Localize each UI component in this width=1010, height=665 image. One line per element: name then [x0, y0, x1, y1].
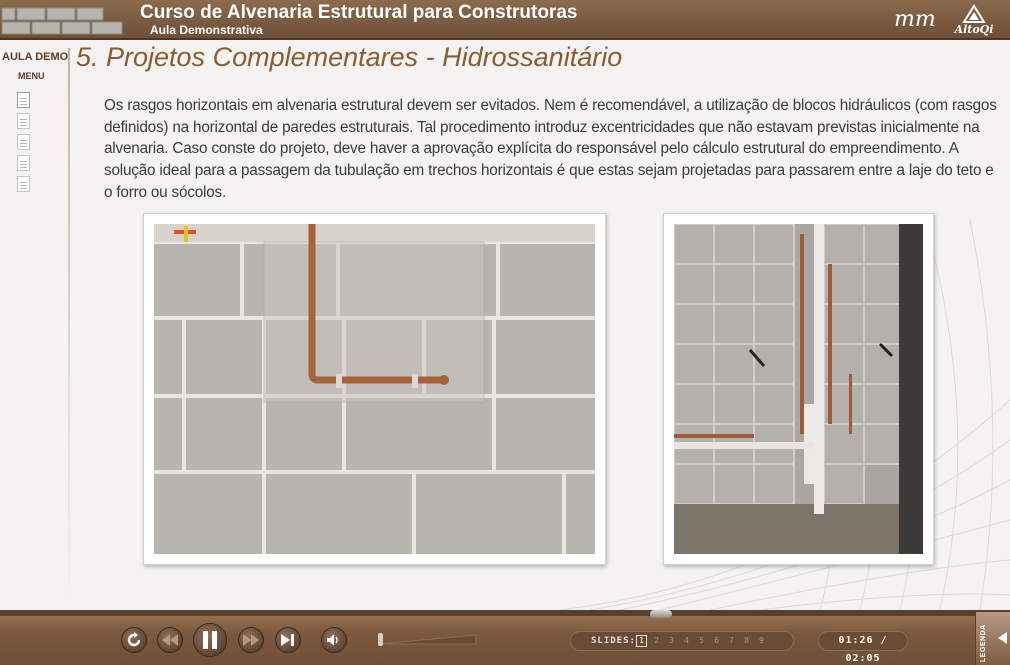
document-icon[interactable] [17, 92, 30, 108]
pause-button[interactable] [193, 623, 227, 657]
skip-next-icon [281, 634, 294, 646]
slide-number[interactable]: 3 [666, 635, 677, 647]
mm-logo: mm [894, 7, 936, 32]
next-button[interactable] [275, 627, 301, 653]
altoqi-logo: AltoQi [950, 4, 998, 36]
pause-icon [203, 631, 217, 649]
slide-number[interactable]: 6 [711, 635, 722, 647]
slide-number[interactable]: 8 [741, 635, 752, 647]
volume-slider[interactable] [378, 631, 478, 647]
slides-indicator: SLIDES: 1 2 3 4 5 6 7 8 9 [570, 631, 794, 651]
progress-track[interactable] [0, 612, 1010, 616]
altoqi-emblem-icon [962, 4, 986, 23]
slide-number[interactable]: 7 [726, 635, 737, 647]
course-subtitle: Aula Demonstrativa [150, 23, 263, 37]
slide-number[interactable]: 4 [681, 635, 692, 647]
rewind-icon [162, 634, 178, 646]
document-icon[interactable] [17, 176, 30, 192]
page-title: 5. Projetos Complementares - Hidrossanit… [76, 42, 623, 72]
header-bar: Curso de Alvenaria Estrutural para Const… [0, 0, 1010, 40]
document-icon[interactable] [17, 113, 30, 129]
sidebar: AULA DEMO MENU [0, 40, 70, 610]
plumbing-installation-photo [674, 224, 923, 554]
masonry-wall-pipe-photo [154, 224, 595, 554]
arrow-left-icon [998, 632, 1007, 644]
fast-forward-button[interactable] [238, 627, 264, 653]
replay-button[interactable] [121, 627, 147, 653]
photo-frame [663, 213, 934, 565]
course-player: Curso de Alvenaria Estrutural para Const… [0, 0, 1010, 665]
speaker-icon [327, 634, 338, 646]
legend-label: LEGENDA [980, 624, 987, 662]
fast-forward-icon [243, 634, 259, 646]
document-icon[interactable] [17, 155, 30, 171]
rewind-button[interactable] [157, 627, 183, 653]
volume-button[interactable] [321, 627, 347, 653]
course-title: Curso de Alvenaria Estrutural para Const… [140, 2, 578, 23]
document-icon[interactable] [17, 134, 30, 150]
menu-label[interactable]: MENU [18, 71, 45, 81]
slide-number[interactable]: 1 [636, 635, 647, 647]
body-paragraph: Os rasgos horizontais em alvenaria estru… [104, 97, 997, 201]
masonry-blocks-logo [1, 7, 123, 35]
photo-frame [143, 213, 606, 565]
aula-demo-label: AULA DEMO [2, 51, 69, 63]
progress-handle[interactable] [650, 610, 672, 618]
slide-number[interactable]: 5 [696, 635, 707, 647]
altoqi-logo-text: AltoQi [954, 23, 994, 36]
time-display: 01:26 / 02:05 [818, 631, 908, 664]
legend-button[interactable]: LEGENDA [975, 612, 1010, 665]
slides-label: SLIDES: [591, 636, 636, 646]
replay-icon [127, 632, 141, 647]
slide-number[interactable]: 2 [651, 635, 662, 647]
sidebar-divider [68, 48, 70, 608]
slide-number[interactable]: 9 [756, 635, 767, 647]
